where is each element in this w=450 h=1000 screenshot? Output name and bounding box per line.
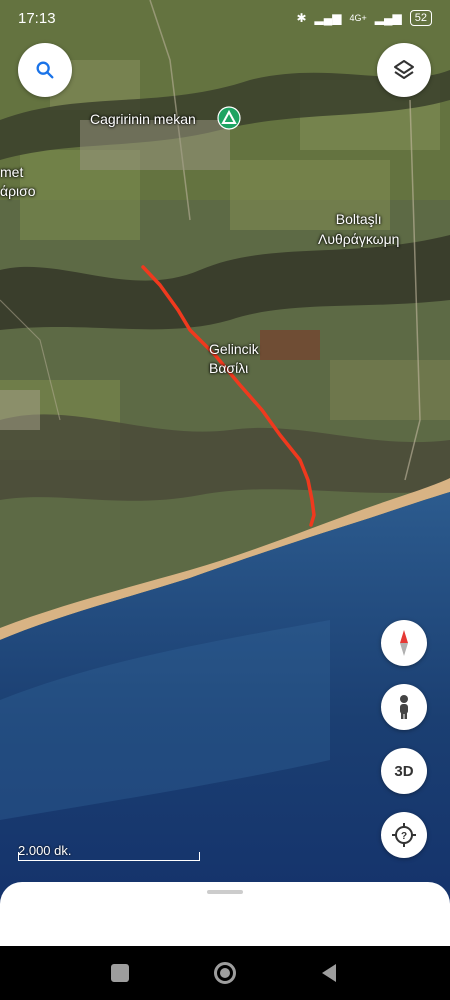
compass-button[interactable] [381, 620, 427, 666]
place-label-met[interactable]: met άρισο [0, 163, 36, 201]
location-button[interactable]: ? [381, 812, 427, 858]
place-label-met-line1: met [0, 164, 24, 180]
place-label-gelincik[interactable]: Gelincik Βασίλι [209, 340, 259, 378]
scale-bar [18, 852, 200, 861]
location-help-icon: ? [392, 823, 416, 847]
map-canvas [0, 0, 450, 946]
status-icons: ✱ ▂▄▆ 4G+ ▂▄▆ 52 [296, 10, 432, 26]
back-button[interactable] [320, 963, 338, 988]
svg-text:?: ? [401, 831, 407, 842]
place-label-boltasli[interactable]: Boltaşlı Λυθράγκωμη [318, 209, 399, 249]
status-time: 17:13 [18, 10, 56, 27]
search-icon [36, 61, 54, 79]
place-label-boltasli-line2: Λυθράγκωμη [318, 231, 400, 247]
place-label-gelincik-line1: Gelincik [209, 341, 259, 357]
bluetooth-icon: ✱ [296, 11, 307, 25]
home-button[interactable] [214, 962, 236, 984]
place-label-met-line2: άρισο [0, 183, 36, 199]
back-icon [322, 964, 336, 982]
bottom-sheet[interactable] [0, 882, 450, 946]
search-button[interactable] [18, 43, 72, 97]
place-label-cagri[interactable]: Cagririnin mekan [90, 111, 196, 127]
battery-indicator: 52 [409, 10, 432, 26]
compass-icon [400, 630, 408, 656]
3d-button[interactable]: 3D [381, 748, 427, 794]
status-bar: 17:13 ✱ ▂▄▆ 4G+ ▂▄▆ 52 [0, 0, 450, 40]
network-type: 4G+ [349, 13, 367, 23]
layers-button[interactable] [377, 43, 431, 97]
place-marker-icon[interactable] [217, 106, 241, 130]
street-view-button[interactable] [381, 684, 427, 730]
place-label-gelincik-line2: Βασίλι [209, 360, 249, 376]
signal-icon: ▂▄▆ [314, 11, 342, 25]
place-label-boltasli-line1: Boltaşlı [335, 211, 382, 227]
pegman-icon [400, 695, 408, 719]
recent-apps-button[interactable] [111, 964, 129, 982]
layers-icon [394, 60, 414, 79]
home-dot [220, 968, 230, 978]
signal-icon-2: ▂▄▆ [374, 11, 402, 25]
satellite-map[interactable]: Cagririnin mekan met άρισο Boltaşlı Λυθρ… [0, 0, 450, 946]
system-navigation-bar [0, 946, 450, 1000]
sheet-handle[interactable] [207, 890, 243, 894]
